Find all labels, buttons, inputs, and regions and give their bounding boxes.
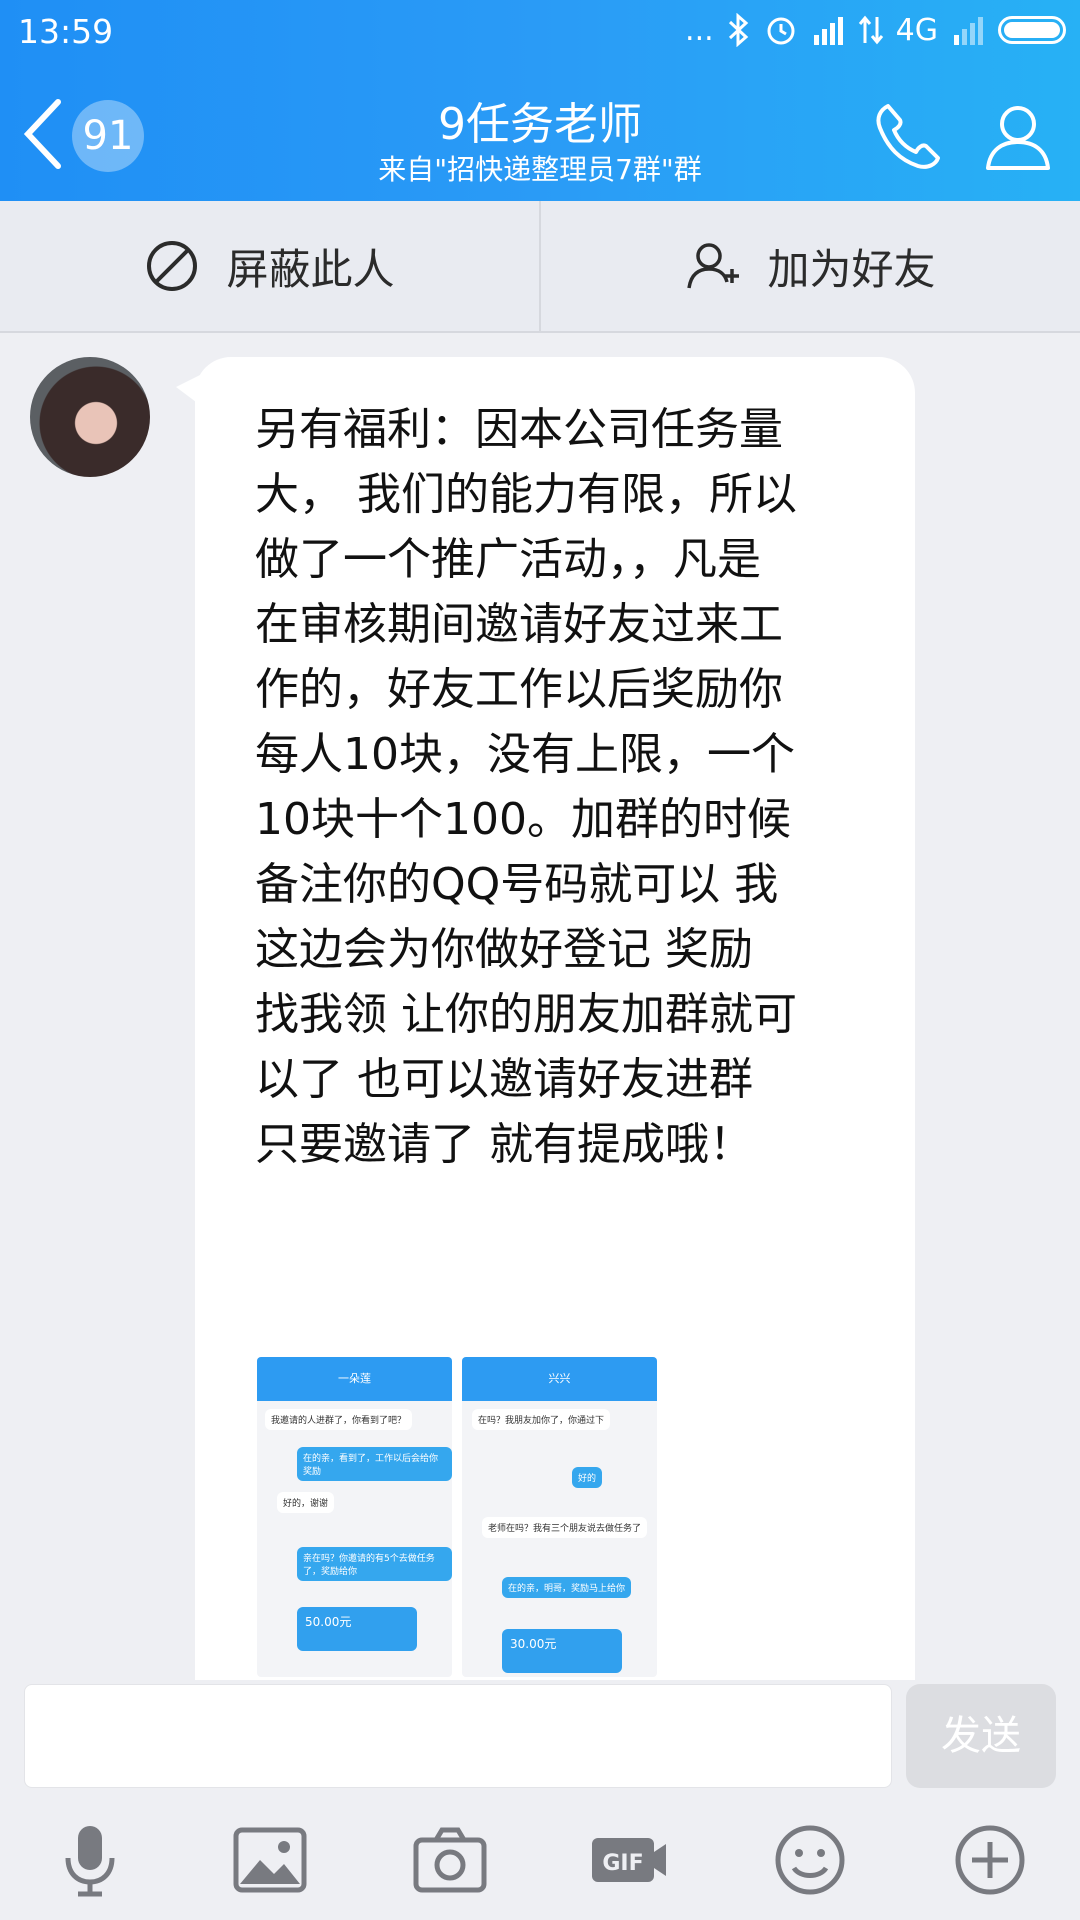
profile-icon[interactable] [980,98,1056,174]
thumbnail-chat-line: 在吗？我朋友加你了，你通过下 [472,1409,611,1430]
transfer-card: 30.00元 [502,1629,622,1673]
status-bar: 13:59 ... 4G [0,0,1080,60]
more-button[interactable] [950,1820,1030,1900]
message-text: 另有福利：因本公司任务量 大， 我们的能力有限，所以 做了一个推广活动，，凡是 … [255,404,797,1170]
thumbnail-chat-line: 老师在吗？我有三个朋友说去做任务了 [482,1517,648,1538]
thumbnail-chat-line: 亲在吗？你邀请的有5个去做任务了，奖励给你 [297,1547,452,1581]
transfer-card: 50.00元 [297,1607,417,1651]
gif-icon: GIF [592,1838,666,1882]
input-toolbar: GIF [0,1790,1080,1920]
bluetooth-icon [728,13,748,47]
network-label: 4G [895,12,938,48]
status-icons: ... 4G [685,10,1066,50]
alarm-icon [767,17,795,45]
gif-label: GIF [602,1851,643,1876]
contact-action-bar: 屏蔽此人 加为好友 [0,201,1080,333]
plus-circle-icon [955,1825,1025,1895]
data-arrows-icon [858,15,883,45]
sender-avatar[interactable] [30,357,150,477]
image-button[interactable] [230,1820,310,1900]
image-icon [233,1827,307,1893]
thumbnail-title: 一朵莲 [257,1357,452,1401]
thumbnail-title: 兴兴 [462,1357,657,1401]
screenshot-thumbnail-1[interactable]: 一朵莲 我邀请的人进群了，你看到了吧？ 在的亲，看到了，工作以后会给你奖励 好的… [257,1357,452,1677]
status-time: 13:59 [18,12,114,51]
add-friend-button[interactable]: 加为好友 [539,201,1080,331]
signal-weak-icon [954,17,983,45]
phone-icon[interactable] [870,98,946,174]
block-user-button[interactable]: 屏蔽此人 [0,201,539,331]
more-dots-icon: ... [685,12,714,48]
gif-button[interactable]: GIF [588,1820,668,1900]
add-user-icon [687,243,740,289]
camera-button[interactable] [410,1820,490,1900]
block-user-label: 屏蔽此人 [226,244,395,294]
message-bubble[interactable]: 另有福利：因本公司任务量 大， 我们的能力有限，所以 做了一个推广活动，，凡是 … [195,357,915,1680]
smiley-icon [775,1825,845,1895]
send-button[interactable]: 发送 [906,1684,1056,1788]
thumbnail-chat-line: 在的亲，明哥，奖励马上给你 [502,1577,632,1598]
screenshot-thumbnail-2[interactable]: 兴兴 在吗？我朋友加你了，你通过下 好的 老师在吗？我有三个朋友说去做任务了 在… [462,1357,657,1677]
thumbnail-chat-line: 在的亲，看到了，工作以后会给你奖励 [297,1447,452,1481]
header: 13:59 ... 4G 91 9任务老师 来自"招快递整理员7群"群 [0,0,1080,201]
emoji-button[interactable] [770,1820,850,1900]
battery-icon [998,16,1066,44]
thumbnail-chat-line: 我邀请的人进群了，你看到了吧？ [265,1409,413,1430]
thumbnail-chat-line: 好的 [572,1467,603,1488]
camera-icon [413,1827,487,1893]
thumbnail-chat-line: 好的，谢谢 [277,1492,335,1513]
message-input[interactable] [24,1684,892,1788]
composer: 发送 [0,1680,1080,1790]
voice-button[interactable] [50,1820,130,1900]
message-images[interactable]: 一朵莲 我邀请的人进群了，你看到了吧？ 在的亲，看到了，工作以后会给你奖励 好的… [257,1357,677,1677]
chat-area[interactable]: 另有福利：因本公司任务量 大， 我们的能力有限，所以 做了一个推广活动，，凡是 … [0,335,1080,1680]
add-friend-label: 加为好友 [767,244,936,294]
microphone-icon [65,1826,115,1897]
block-icon [147,241,198,291]
signal-hd-icon [813,17,843,45]
